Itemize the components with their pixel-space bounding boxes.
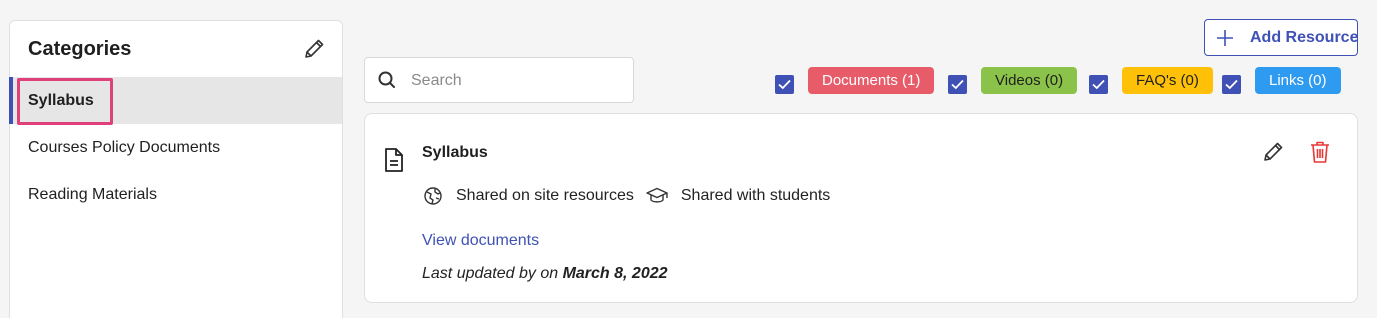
links-filter-chip[interactable]: Links (0) <box>1255 67 1341 94</box>
shared-site-label: Shared on site resources <box>456 187 634 204</box>
documents-filter-chip[interactable]: Documents (1) <box>808 67 935 94</box>
videos-filter-chip[interactable]: Videos (0) <box>981 67 1078 94</box>
edit-categories-icon[interactable] <box>302 37 326 61</box>
documents-checkbox[interactable] <box>775 75 794 94</box>
plus-icon <box>1217 30 1233 46</box>
category-list: Syllabus Courses Policy Documents Readin… <box>9 77 342 218</box>
check-icon <box>951 79 964 90</box>
updated-date: March 8, 2022 <box>562 265 668 282</box>
category-label: Reading Materials <box>28 186 157 203</box>
search-input[interactable] <box>411 68 621 94</box>
delete-icon[interactable] <box>1309 140 1331 164</box>
view-documents-link[interactable]: View documents <box>422 232 539 250</box>
shared-students-item: Shared with students <box>646 187 830 205</box>
videos-checkbox[interactable] <box>948 75 967 94</box>
shared-site-item: Shared on site resources <box>423 186 634 206</box>
links-checkbox[interactable] <box>1222 75 1241 94</box>
filter-videos: Videos (0) <box>948 67 1078 94</box>
sharing-info: Shared on site resources Shared with stu… <box>423 186 842 206</box>
filter-links: Links (0) <box>1222 67 1341 94</box>
last-updated-text: Last updated by on March 8, 2022 <box>422 265 668 283</box>
categories-panel: Categories Syllabus Courses Policy Docum… <box>9 20 343 318</box>
filter-faqs: FAQ's (0) <box>1089 67 1213 94</box>
updated-prefix: Last updated by on <box>422 265 563 282</box>
check-icon <box>1225 79 1238 90</box>
category-item-courses-policy-documents[interactable]: Courses Policy Documents <box>10 124 342 171</box>
search-icon <box>378 71 395 88</box>
category-label: Syllabus <box>28 92 94 109</box>
category-item-reading-materials[interactable]: Reading Materials <box>10 171 342 218</box>
filter-documents: Documents (1) <box>775 67 935 94</box>
category-label: Courses Policy Documents <box>28 139 221 156</box>
globe-icon <box>424 187 442 205</box>
resource-title: Syllabus <box>422 144 488 161</box>
faqs-filter-chip[interactable]: FAQ's (0) <box>1122 67 1213 94</box>
document-icon <box>385 148 403 172</box>
resource-card: Syllabus Shared on site resources Shared… <box>364 113 1358 303</box>
faqs-checkbox[interactable] <box>1089 75 1108 94</box>
add-resource-button[interactable]: Add Resource <box>1204 19 1358 56</box>
check-icon <box>778 79 791 90</box>
add-resource-label: Add Resource <box>1250 29 1359 46</box>
shared-students-label: Shared with students <box>680 187 831 204</box>
search-box <box>364 57 634 103</box>
categories-title: Categories <box>28 38 132 60</box>
check-icon <box>1092 79 1105 90</box>
category-item-syllabus[interactable]: Syllabus <box>9 77 342 125</box>
edit-resource-icon[interactable] <box>1261 140 1285 164</box>
graduation-cap-icon <box>646 187 668 203</box>
